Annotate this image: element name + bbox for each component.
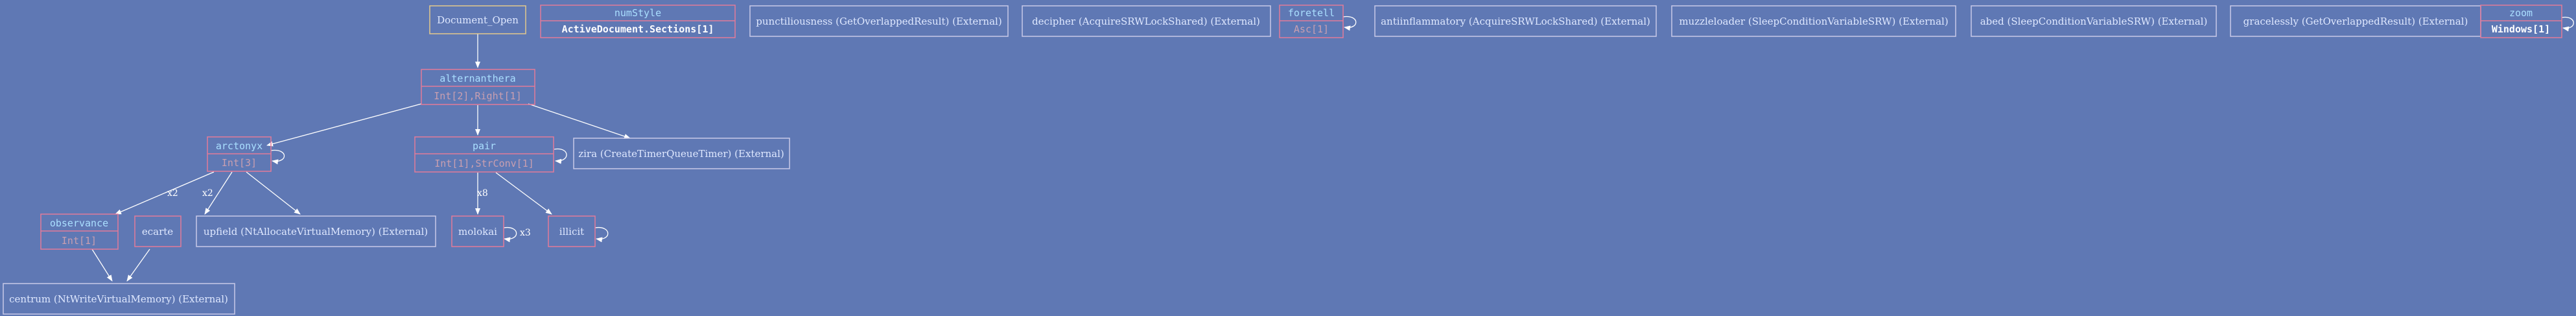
node-gracelessly-label: gracelessly (GetOverlappedResult) (Exter… <box>2243 16 2468 27</box>
edge-pair-to-illicit <box>495 172 552 215</box>
node-zoom-title: zoom <box>2509 7 2533 19</box>
node-abed[interactable]: abed (SleepConditionVariableSRW) (Extern… <box>1971 5 2217 37</box>
node-illicit[interactable]: illicit <box>548 215 596 247</box>
edge-ecarte-to-centrum <box>126 249 150 282</box>
edge-illicit-self <box>594 227 609 243</box>
edge-label-pair-molokai: x8 <box>477 188 488 199</box>
node-numstyle-title: numStyle <box>615 7 661 19</box>
edge-arctonyx-self <box>270 149 285 165</box>
edge-label-arctonyx-observance: x2 <box>167 188 178 199</box>
edge-arctonyx-to-upfield <box>246 171 301 215</box>
node-abed-label: abed (SleepConditionVariableSRW) (Extern… <box>1980 16 2208 27</box>
node-pair-detail: Int[1],StrConv[1] <box>434 158 534 169</box>
edge-label-arctonyx-ecarte: x2 <box>202 188 213 199</box>
node-zoom-detail: Windows[1] <box>2492 23 2550 35</box>
node-foretell-detail: Asc[1] <box>1294 23 1329 35</box>
node-antiinflammatory-label: antiinflammatory (AcquireSRWLockShared) … <box>1381 16 1650 27</box>
node-antiinflammatory[interactable]: antiinflammatory (AcquireSRWLockShared) … <box>1374 5 1657 37</box>
node-arctonyx-title: arctonyx <box>216 140 263 152</box>
node-centrum[interactable]: centrum (NtWriteVirtualMemory) (External… <box>3 283 235 315</box>
node-ecarte-label: ecarte <box>142 226 173 237</box>
node-punctiliousness[interactable]: punctiliousness (GetOverlappedResult) (E… <box>749 5 1009 37</box>
node-alternanthera-title: alternanthera <box>439 73 515 84</box>
node-zira[interactable]: zira (CreateTimerQueueTimer) (External) <box>573 138 790 169</box>
edge-arctonyx-to-observance <box>115 171 215 215</box>
edge-alternanthera-to-zira <box>528 103 631 139</box>
node-numstyle-detail: ActiveDocument.Sections[1] <box>562 23 714 35</box>
node-illicit-label: illicit <box>559 226 584 237</box>
node-document-open[interactable]: Document_Open <box>429 5 526 34</box>
node-molokai[interactable]: molokai <box>451 215 504 247</box>
node-observance-detail: Int[1] <box>62 235 97 247</box>
call-graph: x2 x2 x8 x3 Document_Open numStyle Activ… <box>3 5 2574 315</box>
edge-pair-self <box>554 148 567 164</box>
edge-zoom-self <box>2561 16 2574 32</box>
edge-observance-to-centrum <box>91 249 113 282</box>
node-decipher-label: decipher (AcquireSRWLockShared) (Externa… <box>1032 16 1260 27</box>
node-gracelessly[interactable]: gracelessly (GetOverlappedResult) (Exter… <box>2230 5 2481 37</box>
node-zoom[interactable]: zoom Windows[1] <box>2480 5 2562 38</box>
node-foretell-title: foretell <box>1288 7 1335 19</box>
node-upfield[interactable]: upfield (NtAllocateVirtualMemory) (Exter… <box>196 215 436 247</box>
node-centrum-label: centrum (NtWriteVirtualMemory) (External… <box>9 293 228 305</box>
node-molokai-label: molokai <box>458 226 497 237</box>
node-zira-label: zira (CreateTimerQueueTimer) (External) <box>578 148 784 160</box>
node-muzzleloader-label: muzzleloader (SleepConditionVariableSRW)… <box>1679 16 1948 27</box>
edge-alternanthera-to-arctonyx <box>266 103 422 147</box>
node-pair[interactable]: pair Int[1],StrConv[1] <box>414 136 554 173</box>
node-upfield-label: upfield (NtAllocateVirtualMemory) (Exter… <box>204 226 428 237</box>
node-foretell[interactable]: foretell Asc[1] <box>1279 5 1344 38</box>
node-alternanthera-detail: Int[2],Right[1] <box>434 90 521 102</box>
node-numstyle[interactable]: numStyle ActiveDocument.Sections[1] <box>540 5 736 38</box>
node-document-open-label: Document_Open <box>437 14 519 26</box>
node-arctonyx-detail: Int[3] <box>222 157 257 169</box>
node-observance-title: observance <box>50 217 108 229</box>
edge-molokai-self <box>503 227 517 243</box>
node-decipher[interactable]: decipher (AcquireSRWLockShared) (Externa… <box>1022 5 1271 37</box>
edge-label-molokai-self: x3 <box>520 228 531 238</box>
node-observance[interactable]: observance Int[1] <box>40 213 119 250</box>
node-arctonyx[interactable]: arctonyx Int[3] <box>207 136 272 172</box>
node-ecarte[interactable]: ecarte <box>134 215 181 247</box>
node-alternanthera[interactable]: alternanthera Int[2],Right[1] <box>421 69 535 105</box>
edge-foretell-self <box>1342 16 1357 31</box>
node-muzzleloader[interactable]: muzzleloader (SleepConditionVariableSRW)… <box>1671 5 1956 37</box>
node-punctiliousness-label: punctiliousness (GetOverlappedResult) (E… <box>756 16 1001 27</box>
node-pair-title: pair <box>473 140 496 152</box>
edges <box>91 16 2574 282</box>
